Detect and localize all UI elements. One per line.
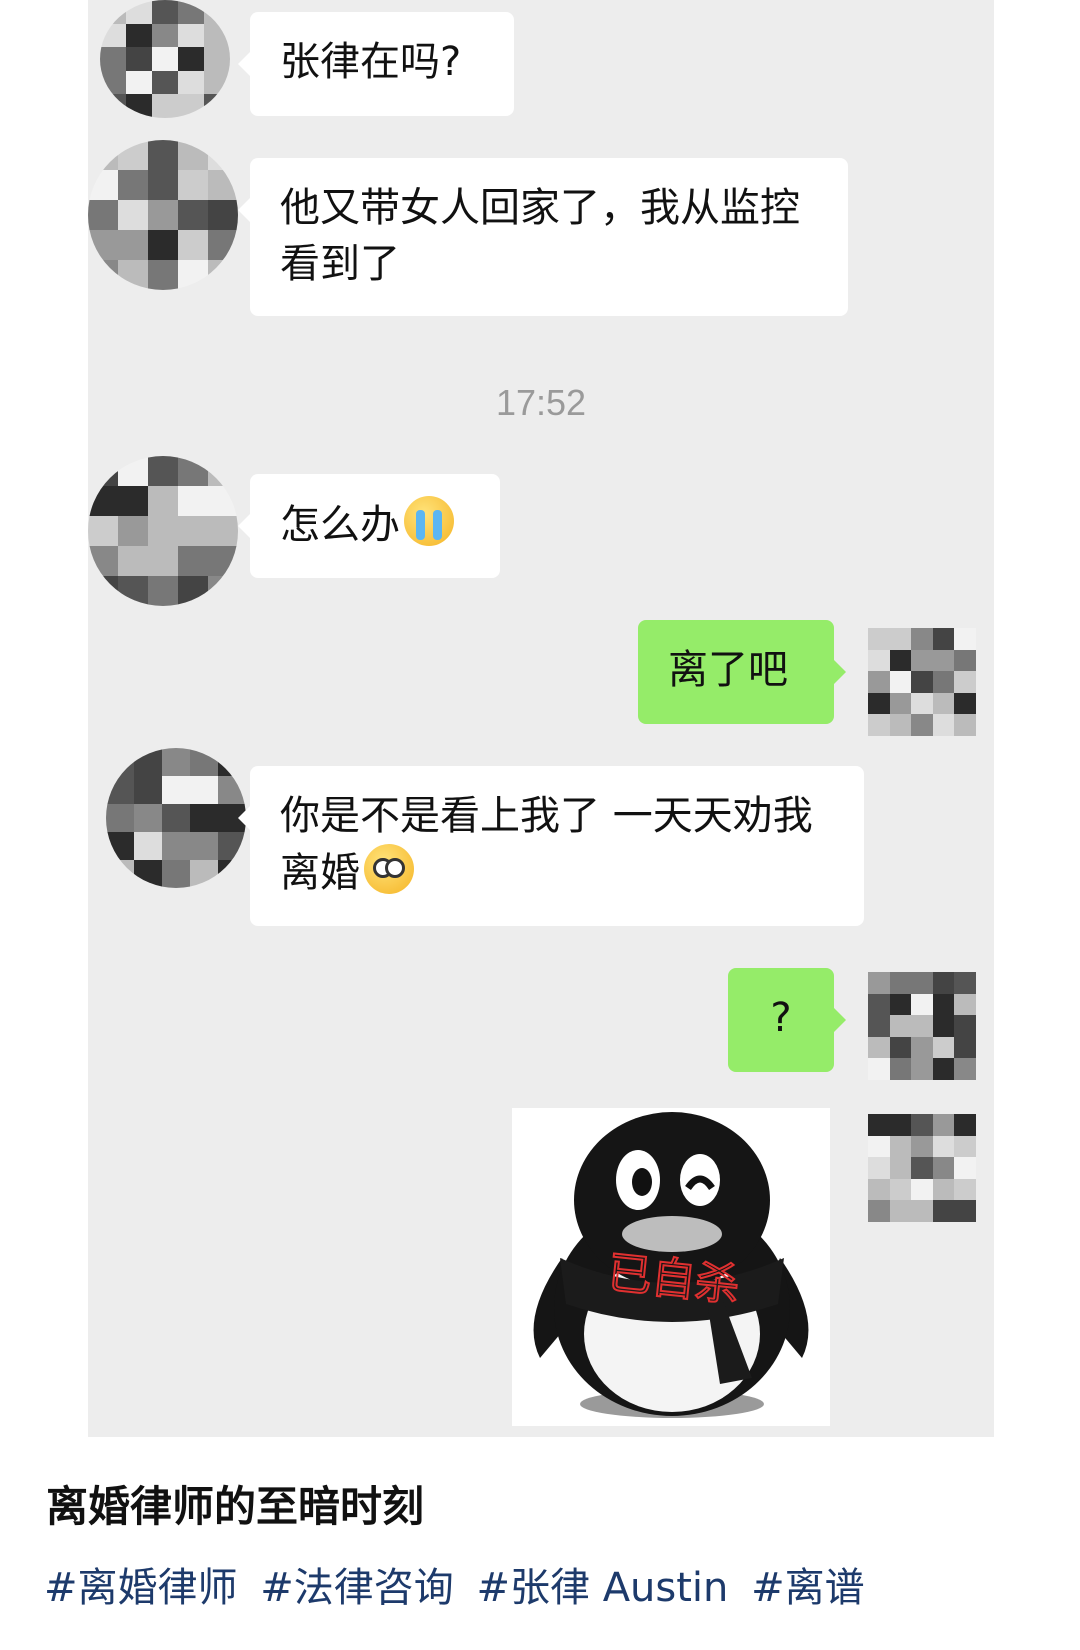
contact-avatar[interactable]: [88, 140, 238, 290]
user-avatar[interactable]: [868, 1114, 976, 1222]
outgoing-message-bubble: 离了吧: [638, 620, 846, 724]
hashtag-link[interactable]: #离婚律师: [44, 1565, 238, 1611]
message-text: 怎么办: [280, 502, 400, 548]
incoming-message-bubble: 他又带女人回家了，我从监控看到了: [238, 158, 848, 316]
incoming-message-bubble: 你是不是看上我了 一天天劝我离婚: [238, 766, 864, 926]
contact-avatar[interactable]: [100, 0, 230, 118]
message-text: ?: [770, 995, 792, 1041]
message-timestamp: 17:52: [495, 382, 587, 423]
user-avatar[interactable]: [868, 628, 976, 736]
message-text: 张律在吗?: [280, 39, 462, 85]
hashtag-link[interactable]: #离谱: [751, 1565, 865, 1611]
post-title: 离婚律师的至暗时刻: [46, 1482, 425, 1531]
incoming-message-bubble: 张律在吗?: [238, 12, 514, 116]
contact-avatar[interactable]: [88, 456, 238, 606]
crying-emoji-icon: [404, 496, 454, 546]
outgoing-message-bubble: ?: [728, 968, 846, 1072]
hashtag-link[interactable]: #张律 Austin: [476, 1565, 728, 1611]
message-text: 离了吧: [668, 647, 788, 693]
user-avatar[interactable]: [868, 972, 976, 1080]
penguin-icon: 已自杀: [533, 1112, 809, 1418]
incoming-message-bubble: 怎么办: [238, 474, 500, 578]
chat-panel: 张律在吗? 他又带女人回家了，我从监控看到了 17:52 怎么办 离了吧 你是不…: [88, 0, 994, 1437]
message-text: 你是不是看上我了 一天天劝我离婚: [280, 793, 813, 896]
contact-avatar[interactable]: [106, 748, 246, 888]
shocked-emoji-icon: [364, 844, 414, 894]
penguin-sticker[interactable]: 已自杀: [512, 1108, 830, 1426]
message-text: 他又带女人回家了，我从监控看到了: [280, 185, 800, 287]
hashtag-list: #离婚律师 #法律咨询 #张律 Austin #离谱: [44, 1555, 875, 1613]
hashtag-link[interactable]: #法律咨询: [260, 1565, 454, 1611]
